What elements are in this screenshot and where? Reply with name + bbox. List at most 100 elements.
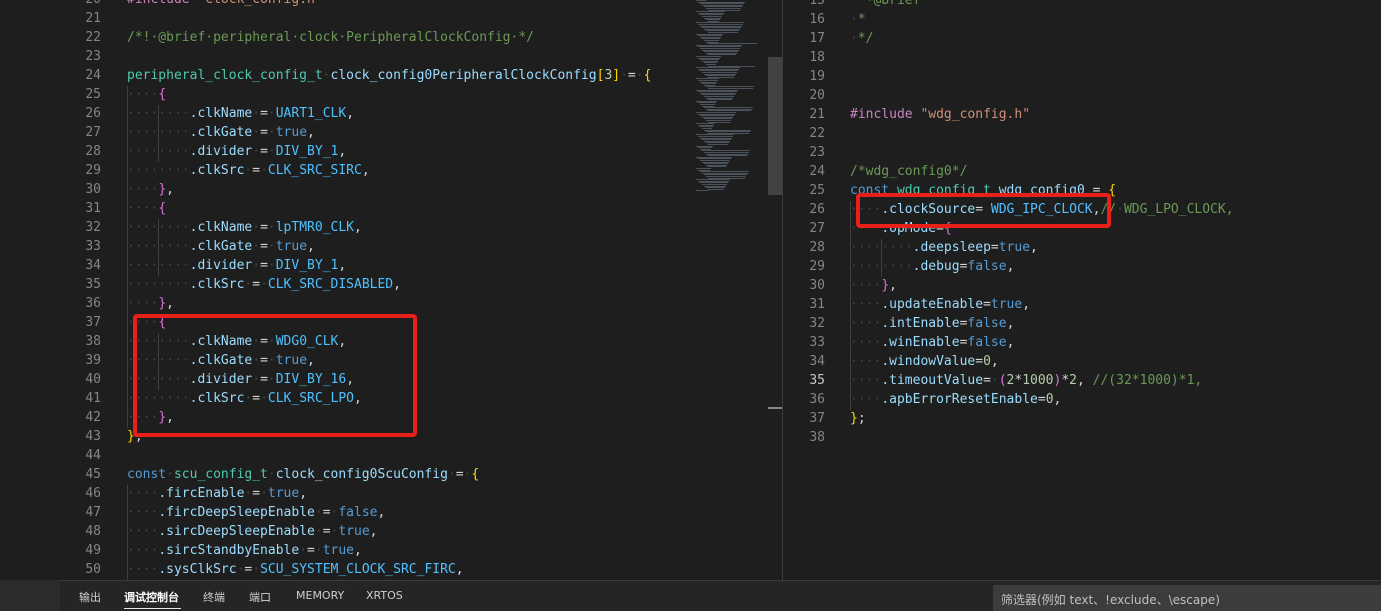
code-text: ····.intEnable=false, (850, 314, 1014, 333)
code-token: = (260, 106, 268, 121)
code-token: · (635, 68, 644, 83)
code-token: WDG_LPO_CLOCK, (1123, 202, 1234, 217)
code-line[interactable]: 23 (0, 47, 782, 66)
code-line[interactable]: 24 /*wdg_config0*/ (783, 162, 1381, 181)
code-line[interactable]: 32········.clkName·=·lpTMR0_CLK, (0, 218, 782, 237)
code-token: { (643, 68, 652, 83)
code-line[interactable]: 50 ····.sysClkSrc·=·SCU_SYSTEM_CLOCK_SRC_… (0, 560, 782, 579)
code-line[interactable]: 31 ····.updateEnable=true, (783, 295, 1381, 314)
code-token: · (252, 144, 261, 159)
code-line[interactable]: 18 (783, 48, 1381, 67)
code-token: .winEnable (881, 335, 960, 350)
code-line[interactable]: 34 ····.windowValue=0, (783, 352, 1381, 371)
code-text: ········.clkName·=·lpTMR0_CLK, (127, 218, 362, 237)
code-line[interactable]: 20 #include·"clock_config.h" (0, 0, 782, 9)
editor-left-pane[interactable]: 20#include·"clock_config.h"2122/*!·@brie… (0, 0, 782, 580)
code-token: , (307, 125, 315, 140)
code-token: = (260, 239, 268, 254)
code-line[interactable]: 17 ·*/ (783, 29, 1381, 48)
code-line[interactable]: 29 ········.debug=false, (783, 257, 1381, 276)
code-token: clock_config0PeripheralClockConfig (330, 68, 597, 83)
code-line[interactable]: 45 const·scu_config_t·clock_config0ScuCon… (0, 465, 782, 484)
code-line[interactable]: 33········.clkGate·=·true, (0, 237, 782, 256)
panel-tab[interactable]: MEMORY (296, 589, 344, 602)
code-text: }; (850, 409, 866, 428)
code-token: · (252, 106, 261, 121)
code-token: false (967, 316, 1007, 331)
line-number: 22 (85, 30, 101, 45)
code-line[interactable]: 27········.clkGate·=·true, (0, 123, 782, 142)
code-token: * (857, 12, 866, 27)
code-line[interactable]: 31 ····{ (0, 199, 782, 218)
code-line[interactable]: 36 ····.apbErrorResetEnable=0, (783, 390, 1381, 409)
code-line[interactable]: 46 ····.fircEnable·=·true, (0, 484, 782, 503)
code-line[interactable]: 49 ····.sircStandbyEnable·=·true, (0, 541, 782, 560)
code-line[interactable]: 36 ····}, (0, 294, 782, 313)
code-line[interactable]: 29 ········.clkSrc·=·CLK_SRC_SIRC, (0, 161, 782, 180)
code-token: .clkSrc (189, 277, 245, 292)
code-line[interactable]: 22 (783, 124, 1381, 143)
code-token: , (1006, 259, 1015, 274)
code-line[interactable]: 21 #include "wdg_config.h" (783, 105, 1381, 124)
code-token: · (267, 125, 276, 140)
code-token: { (158, 87, 167, 102)
line-number: 27 (809, 221, 825, 236)
code-line[interactable]: 30 ····}, (0, 180, 782, 199)
panel-tab[interactable]: 端口 (249, 589, 271, 605)
code-line[interactable]: 15 ·*·@brief (783, 0, 1381, 10)
code-text: const·scu_config_t·clock_config0ScuConfi… (127, 465, 479, 484)
code-token: , (166, 182, 174, 197)
code-token: , (1006, 335, 1015, 350)
code-line[interactable]: 24 peripheral_clock_config_t·clock_config… (0, 66, 782, 85)
code-token: · (252, 125, 261, 140)
line-number: 46 (85, 486, 101, 501)
code-line[interactable]: 37}; (783, 409, 1381, 428)
editor-right-pane[interactable]: 15 ·*·@brief 16 ·* 17 ·*/18 19 20 21 #include "wd… (783, 0, 1381, 580)
code-text: ····.windowValue=0, (850, 352, 999, 371)
line-number: 35 (85, 277, 101, 292)
code-line[interactable]: 33 ····.winEnable=false, (783, 333, 1381, 352)
code-line[interactable]: 35 ····.timeoutValue=·(2*1000)*2, //(32*1… (783, 371, 1381, 390)
line-number: 17 (809, 31, 825, 46)
code-line[interactable]: 30 ····}, (783, 276, 1381, 295)
code-text: ····.fircEnable·=·true, (127, 484, 307, 503)
filter-input[interactable]: 筛选器(例如 text、!exclude、\escape) (993, 585, 1381, 611)
code-line[interactable]: 32 ····.intEnable=false, (783, 314, 1381, 333)
line-number: 49 (85, 543, 101, 558)
panel-tab[interactable]: 输出 (79, 589, 101, 605)
code-line[interactable]: 16 ·* (783, 10, 1381, 29)
code-text: /*wdg_config0*/ (850, 162, 967, 181)
code-token: , (990, 354, 999, 369)
code-line[interactable]: 34········.divider·=·DIV_BY_1, (0, 256, 782, 275)
code-line[interactable]: 44 (0, 446, 782, 465)
line-number: 25 (85, 87, 101, 102)
code-line[interactable]: 28········.divider·=·DIV_BY_1, (0, 142, 782, 161)
line-number: 29 (809, 259, 825, 274)
code-token: ···· (127, 486, 159, 501)
code-token: DIV_BY_1 (275, 258, 339, 273)
code-line[interactable]: 19 (783, 67, 1381, 86)
code-token: .divider (189, 144, 253, 159)
code-line[interactable]: 26········.clkName·=·UART1_CLK, (0, 104, 782, 123)
panel-tab[interactable]: 终端 (203, 589, 225, 605)
code-line[interactable]: 22 /*!·@brief·peripheral·clock·Peripheral… (0, 28, 782, 47)
code-line[interactable]: 21 (0, 9, 782, 28)
code-line[interactable]: 38 (783, 428, 1381, 447)
code-line[interactable]: 28 ········.deepsleep=true, (783, 238, 1381, 257)
line-number: 44 (85, 448, 101, 463)
code-line[interactable]: 20 (783, 86, 1381, 105)
code-line[interactable]: 48 ····.sircDeepSleepEnable·=·true, (0, 522, 782, 541)
code-line[interactable]: 23 (783, 143, 1381, 162)
code-line[interactable]: 25 ····{ (0, 85, 782, 104)
code-token: .deepsleep (912, 240, 991, 255)
panel-tab[interactable]: 调试控制台 (124, 589, 179, 605)
code-line[interactable]: 35 ········.clkSrc·=·CLK_SRC_DISABLED, (0, 275, 782, 294)
vertical-scrollbar[interactable] (768, 57, 782, 195)
code-token: } (850, 411, 858, 426)
minimap[interactable] (690, 0, 768, 200)
code-line[interactable]: 47 ····.fircDeepSleepEnable·=·false, (0, 503, 782, 522)
minimap-line (696, 190, 709, 192)
panel-tab[interactable]: XRTOS (366, 589, 403, 602)
code-token: · (314, 524, 323, 539)
code-token: SCU_SYSTEM_CLOCK_SRC_FIRC (260, 562, 456, 577)
